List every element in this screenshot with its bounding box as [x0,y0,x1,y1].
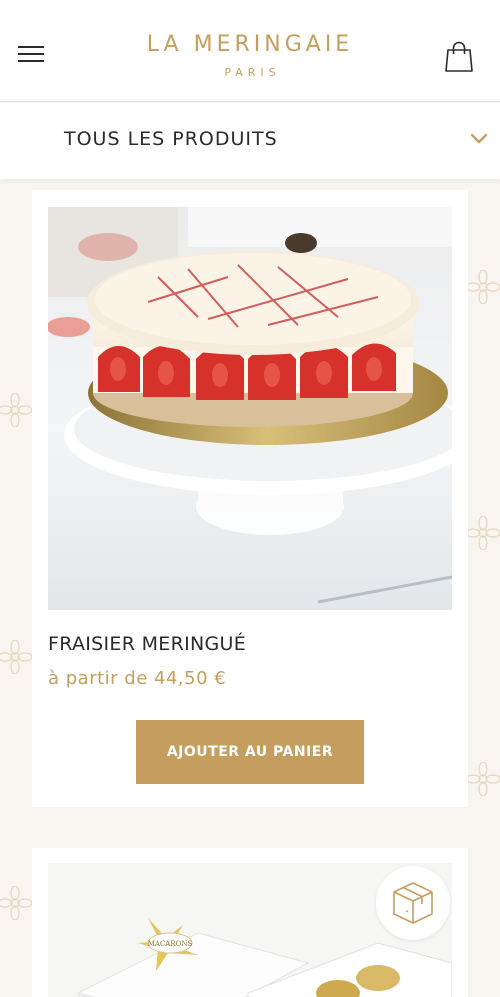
category-dropdown[interactable]: TOUS LES PRODUITS [0,103,500,179]
brand-logo[interactable]: LA MERINGAIE PARIS [0,32,500,79]
decorative-flower-icon [0,640,32,674]
svg-text:✦: ✦ [405,909,409,915]
product-image[interactable] [48,207,452,610]
decorative-flower-icon [0,886,32,920]
category-label: TOUS LES PRODUITS [64,128,278,150]
product-card: FRAISIER MERINGUÉ à partir de 44,50 € AJ… [32,190,468,807]
add-to-cart-button[interactable]: AJOUTER AU PANIER [136,720,364,784]
chevron-down-icon[interactable] [469,131,489,145]
site-header: LA MERINGAIE PARIS [0,0,500,102]
gift-box-icon[interactable]: ✦ [376,866,450,940]
product-price: à partir de 44,50 € [48,668,227,689]
product-name[interactable]: FRAISIER MERINGUÉ [48,633,246,655]
decorative-flower-icon [0,393,32,427]
decorative-flower-icon [466,762,500,796]
decorative-flower-icon [466,516,500,550]
box-label: MACARONS [148,940,193,948]
brand-name: LA MERINGAIE [146,32,354,57]
product-card: MACARONS ✦ [32,848,468,997]
brand-city: PARIS [224,66,281,79]
decorative-flower-icon [466,270,500,304]
shopping-bag-icon[interactable] [444,40,474,74]
